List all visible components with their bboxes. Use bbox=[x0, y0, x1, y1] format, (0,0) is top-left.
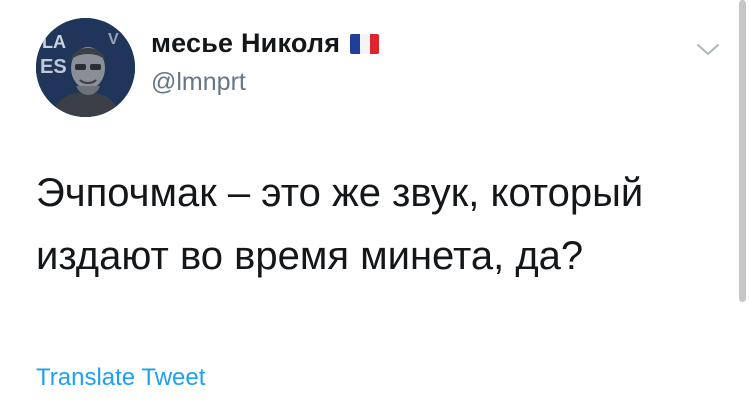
svg-text:ES: ES bbox=[40, 56, 67, 78]
avatar-image: LA ES V bbox=[36, 18, 135, 117]
translate-tweet-link[interactable]: Translate Tweet bbox=[36, 364, 205, 392]
tweet-text: Эчпочмак – это же звук, который издают в… bbox=[36, 171, 644, 278]
chevron-down-icon[interactable] bbox=[695, 40, 721, 58]
svg-text:V: V bbox=[108, 31, 119, 48]
france-flag-icon bbox=[350, 33, 380, 54]
author-name-row[interactable]: месье Николя bbox=[151, 28, 380, 59]
svg-text:LA: LA bbox=[42, 32, 66, 52]
author-display-name[interactable]: месье Николя bbox=[151, 28, 340, 59]
scrollbar[interactable] bbox=[739, 0, 746, 302]
avatar[interactable]: LA ES V bbox=[36, 18, 135, 117]
author-handle[interactable]: @lmnprt bbox=[151, 68, 246, 97]
